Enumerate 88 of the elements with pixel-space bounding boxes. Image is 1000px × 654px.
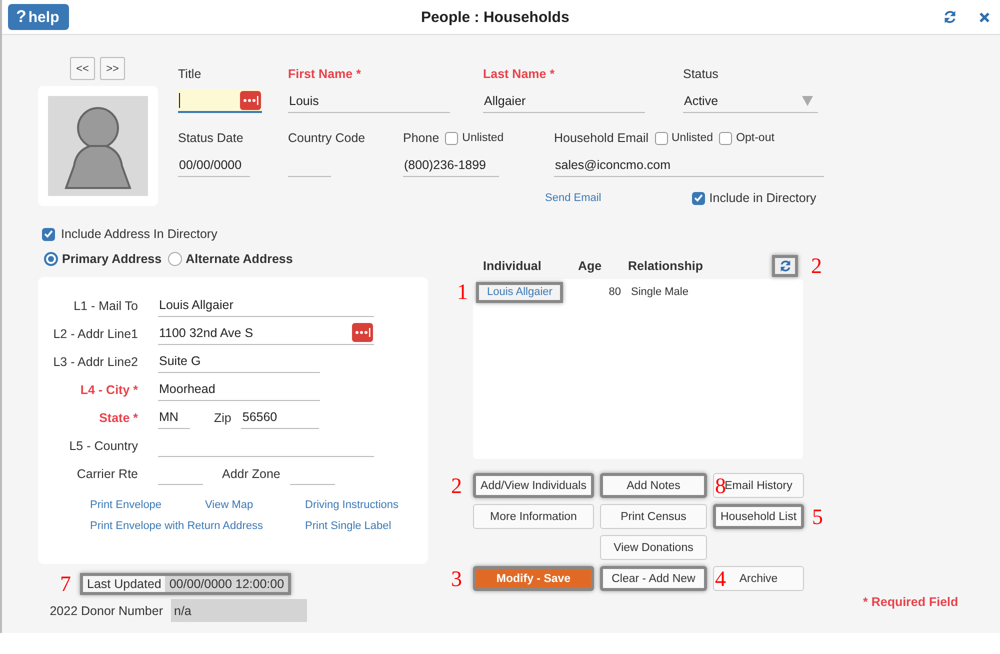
callout-number: 5 — [812, 506, 823, 528]
callout-number: 4 — [715, 568, 726, 590]
field-label: L5 - Country — [69, 439, 138, 453]
field-label: L4 - City * — [80, 383, 138, 397]
refresh-icon — [778, 258, 792, 272]
action-button[interactable]: Clear - Add New — [600, 566, 707, 591]
link[interactable]: Driving Instructions — [305, 499, 415, 511]
action-button[interactable]: Print Census — [600, 504, 707, 529]
callout-number: 3 — [451, 568, 462, 590]
field-label: Zip — [214, 410, 232, 427]
checkbox-label: Unlisted — [672, 132, 714, 144]
required-note: * Required Field — [863, 595, 958, 609]
field-label: Country Code — [288, 131, 366, 145]
callout-number: 8 — [715, 474, 726, 496]
table-cell: Single Male — [631, 286, 688, 298]
avatar-icon — [48, 96, 148, 196]
field-label: Household Email — [554, 131, 648, 145]
input-field[interactable]: 1100 32nd Ave S — [158, 321, 374, 345]
field-label: Last Updated — [86, 576, 162, 592]
ellipsis-icon[interactable] — [352, 323, 373, 342]
checkbox[interactable] — [654, 132, 668, 144]
checkbox-label: Include Address In Directory — [61, 227, 218, 241]
checkbox[interactable] — [42, 228, 55, 240]
field-label: State * — [99, 411, 138, 425]
refresh-button[interactable] — [772, 254, 798, 276]
callout-number: 2 — [451, 474, 462, 496]
link[interactable]: Print Single Label — [305, 520, 415, 532]
input-field[interactable]: MN — [158, 405, 190, 429]
field-label: Status Date — [178, 131, 244, 145]
callout-number: 1 — [457, 281, 468, 303]
input-field[interactable]: Suite G — [158, 349, 320, 373]
table-cell-text: 80 — [608, 286, 622, 298]
checkbox[interactable] — [692, 192, 706, 204]
action-button[interactable]: View Donations — [600, 535, 707, 560]
field-label: Last Name * — [483, 67, 555, 81]
input-field[interactable]: (800)236-1899 — [403, 153, 499, 177]
caret-icon — [802, 96, 813, 106]
input-field[interactable]: Allgaier — [483, 89, 645, 113]
input-field[interactable]: Moorhead — [158, 377, 320, 401]
input-field[interactable]: sales@iconcmo.com — [554, 153, 824, 177]
input-field[interactable]: 00/00/0000 — [178, 153, 250, 177]
pager-button[interactable]: << — [70, 57, 95, 80]
field-value: 00/00/0000 12:00:00 — [165, 576, 288, 592]
column-header: Relationship — [628, 258, 704, 272]
pager-button[interactable]: >> — [100, 57, 125, 80]
close-icon[interactable] — [979, 12, 990, 22]
ellipsis-icon[interactable] — [240, 90, 261, 110]
input-field[interactable]: 56560 — [241, 405, 320, 429]
status-dropdown[interactable]: Active — [683, 89, 818, 113]
field-label: 2022 Donor Number — [48, 604, 164, 618]
radio-label: Alternate Address — [186, 252, 293, 266]
window-title: People : Households — [420, 8, 570, 26]
input-field[interactable]: Louis — [288, 89, 450, 113]
send-email-link[interactable]: Send Email — [545, 192, 602, 204]
input-field[interactable]: Louis Allgaier — [158, 293, 374, 317]
field-label: Phone — [403, 131, 440, 145]
checkbox[interactable] — [445, 132, 458, 144]
callout-number: 2 — [811, 254, 822, 276]
radio-button[interactable] — [44, 252, 58, 266]
link[interactable]: Print Envelope with Return Address — [90, 520, 305, 532]
refresh-icon[interactable] — [943, 9, 957, 25]
checkbox-label: Unlisted — [462, 132, 504, 144]
donor-number-field: n/a — [171, 599, 307, 622]
checkbox-label: Opt-out — [736, 132, 774, 144]
link[interactable]: View Map — [205, 499, 305, 511]
individual-link[interactable]: Louis Allgaier — [476, 282, 564, 302]
radio-button[interactable] — [168, 252, 182, 266]
checkbox[interactable] — [719, 132, 732, 144]
action-button[interactable]: More Information — [473, 504, 594, 529]
help-button[interactable]: ?help — [8, 4, 70, 30]
field-label: Title — [178, 67, 202, 81]
input-field[interactable] — [178, 89, 262, 113]
action-button[interactable]: Add/View Individuals — [473, 473, 594, 498]
field-label: First Name * — [288, 67, 361, 81]
column-header: Age — [578, 258, 603, 272]
radio-label: Primary Address — [62, 252, 162, 266]
action-button[interactable]: Household List — [713, 504, 804, 529]
field-label: L3 - Addr Line2 — [53, 355, 138, 369]
action-button[interactable]: Add Notes — [600, 473, 707, 498]
field-label: Status — [683, 67, 718, 81]
field-label: Addr Zone — [222, 466, 280, 483]
field-label: L2 - Addr Line1 — [53, 327, 138, 341]
field-label: L1 - Mail To — [74, 299, 138, 313]
column-header: Individual — [482, 258, 542, 272]
field-label: Carrier Rte — [76, 467, 138, 481]
callout-number: 7 — [60, 572, 71, 594]
link[interactable]: Print Envelope — [90, 499, 205, 511]
checkbox-label: Include in Directory — [709, 191, 816, 205]
